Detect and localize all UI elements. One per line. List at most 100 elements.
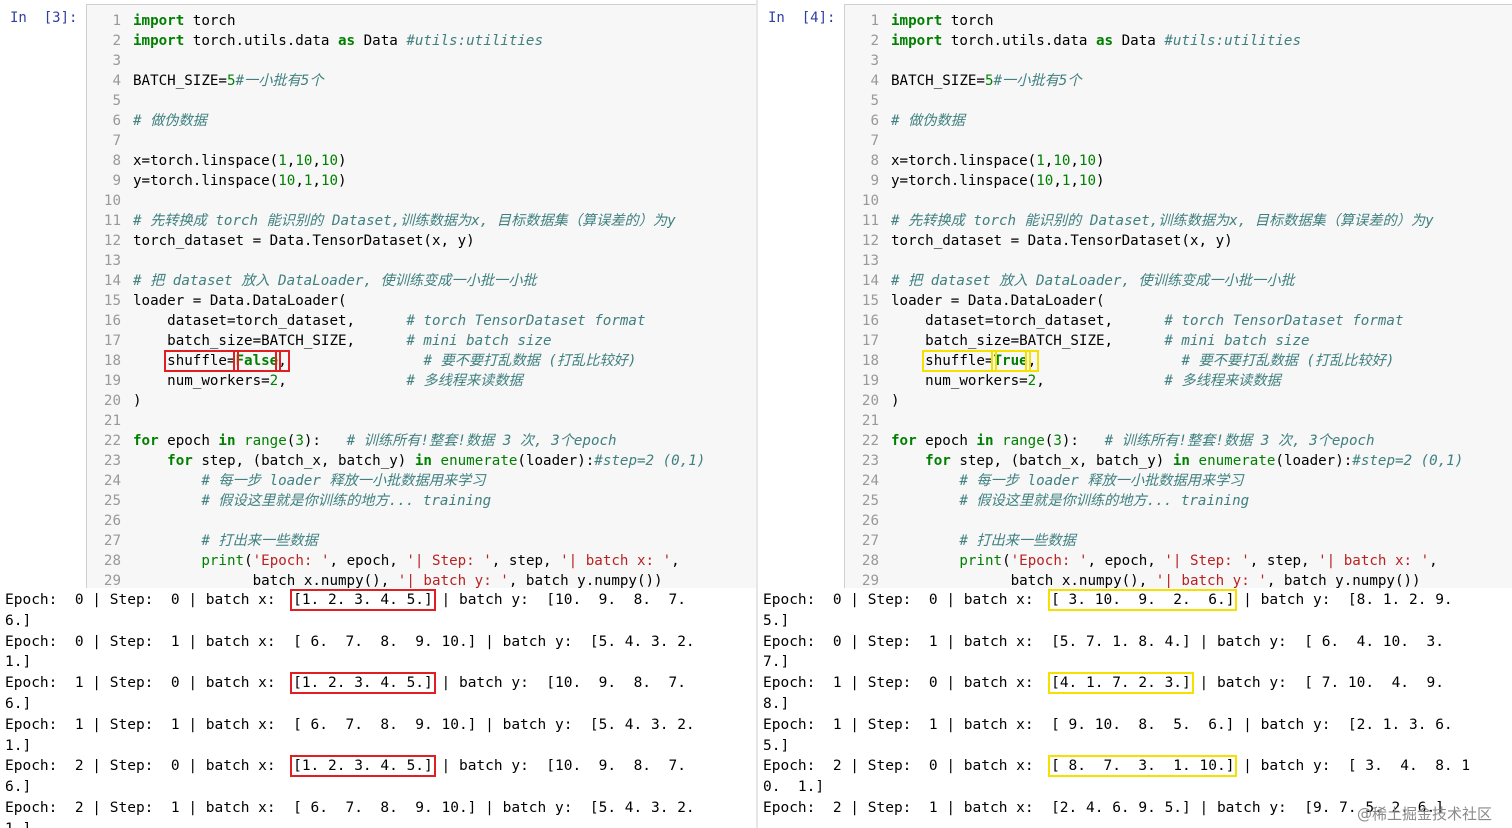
code-token: y=torch.linspace( [133, 173, 279, 189]
code-token: 10 [278, 173, 296, 189]
code-line: 13 [845, 251, 891, 271]
line-number: 18 [861, 353, 879, 369]
code-token: # 假设这里就是你训练的地方... training [959, 493, 1250, 509]
line-number: 19 [103, 373, 121, 389]
code-token: import [891, 33, 943, 49]
code-token: for [925, 453, 951, 469]
code-token: Epoch: 2 | Step: 1 | batch x: [2. 4. 6. … [763, 800, 1444, 816]
code-token: Data [355, 33, 407, 49]
line-number: 9 [870, 173, 879, 189]
code-token: 3 [295, 433, 304, 449]
code-line: 8 x=torch.linspace(1,10,10) [87, 151, 346, 171]
code-token: # torch TensorDataset format [406, 313, 646, 329]
line-number: 17 [103, 333, 121, 349]
line-number: 21 [861, 413, 879, 429]
code-token: | batch y: [10. 9. 8. 7. [432, 758, 686, 775]
line-number: 4 [112, 73, 121, 89]
line-code: # 先转换成 torch 能识别的 Dataset,训练数据为x, 目标数据集（… [891, 213, 1434, 229]
code-token: Epoch: 0 | Step: 0 | batch x: [5, 592, 294, 608]
code-token: # 多线程来读数据 [406, 373, 523, 389]
code-token: Epoch: 2 | Step: 0 | batch x: [5, 758, 294, 775]
line-code: # 假设这里就是你训练的地方... training [133, 493, 491, 509]
line-number: 23 [861, 453, 879, 469]
code-cell[interactable]: 1 import torch 2 import torch.utils.data as… [844, 4, 1512, 591]
code-token: # 每一步 loader 释放一小批数据用来学习 [201, 473, 486, 489]
line-code: loader = Data.DataLoader( [891, 293, 1105, 309]
code-token: # 要不要打乱数据 (打乱比较好) [1181, 353, 1395, 369]
line-code: import torch [891, 13, 994, 29]
code-line: 12 torch_dataset = Data.TensorDataset(x, … [87, 231, 475, 251]
code-token: # 做伪数据 [133, 113, 207, 129]
notebook-panel-left: In [3]: 1 import torch 2 import torch.utils… [0, 0, 756, 828]
line-number: 6 [112, 113, 121, 129]
line-code: for epoch in range(3): # 训练所有!整套!数据 3 次,… [133, 433, 617, 449]
code-token: # 训练所有!整套!数据 3 次, 3个epoch [346, 433, 617, 449]
line-number: 11 [103, 213, 121, 229]
line-code: batch_size=BATCH_SIZE, # mini batch size [891, 333, 1309, 349]
code-line: 11 # 先转换成 torch 能识别的 Dataset,训练数据为x, 目标数据… [87, 211, 676, 231]
line-code: # 做伪数据 [891, 113, 965, 129]
code-line: 7 [87, 131, 133, 151]
code-line: 27 # 打出来一些数据 [87, 531, 318, 551]
line-number: 2 [870, 33, 879, 49]
code-line: 11 # 先转换成 torch 能识别的 Dataset,训练数据为x, 目标数据… [845, 211, 1434, 231]
code-line: 26 [845, 511, 891, 531]
line-code: # 把 dataset 放入 DataLoader, 使训练变成一小批一小批 [891, 273, 1295, 289]
code-token: torch.utils.data [942, 33, 1096, 49]
code-token: Epoch: 1 | Step: 1 | batch x: [ 9. 10. 8… [763, 716, 1453, 733]
code-token: , step, [1249, 553, 1319, 569]
code-token: 5 [984, 73, 994, 89]
line-code: y=torch.linspace(10,1,10) [891, 173, 1105, 189]
line-number: 3 [112, 53, 121, 69]
code-line: 26 [87, 511, 133, 531]
code-token: torch_dataset = Data.TensorDataset(x, y) [133, 233, 475, 249]
line-number: 9 [112, 173, 121, 189]
code-token: torch [942, 13, 994, 29]
code-token: Epoch: 0 | Step: 1 | batch x: [5. 7. 1. … [763, 633, 1444, 650]
line-number: 6 [870, 113, 879, 129]
line-code: BATCH_SIZE=5#一小批有5个 [891, 73, 1082, 89]
code-token: in [218, 433, 236, 449]
line-number: 27 [103, 533, 121, 549]
output-line: Epoch: 1 | Step: 0 | batch x: [1. 2. 3. … [5, 672, 686, 695]
code-line: 1 import torch [845, 11, 994, 31]
code-token: ) [338, 173, 347, 189]
code-line: 2 import torch.utils.data as Data #utils:… [87, 31, 543, 51]
output-line: Epoch: 2 | Step: 1 | batch x: [2. 4. 6. … [763, 798, 1444, 818]
code-line: 20) [845, 391, 900, 411]
code-token: y=torch.linspace( [891, 173, 1037, 189]
line-code: batch_x.numpy(), '| batch y: ', batch_y.… [133, 573, 663, 589]
code-token: ( [1002, 553, 1011, 569]
code-token: Epoch: 0 | Step: 0 | batch x: [763, 592, 1052, 608]
watermark: @稀土掘金技术社区 [1356, 805, 1492, 823]
highlighted-token: shuffle= [164, 350, 239, 372]
code-token: 6.] [5, 779, 32, 796]
output-line: 6.] [5, 694, 31, 714]
output-line: Epoch: 1 | Step: 1 | batch x: [ 9. 10. 8… [763, 715, 1453, 735]
code-token: for [133, 433, 159, 449]
output-line: Epoch: 2 | Step: 0 | batch x: [1. 2. 3. … [5, 755, 686, 778]
code-token: 5 [226, 73, 236, 89]
code-token: num_workers= [133, 373, 270, 389]
code-token: , [1429, 553, 1438, 569]
code-token: ) [1096, 173, 1105, 189]
code-token: , epoch, [1087, 553, 1165, 569]
cell-output: Epoch: 0 | Step: 0 | batch x: [1. 2. 3. … [0, 588, 756, 828]
line-number: 11 [861, 213, 879, 229]
code-token: # mini batch size [406, 333, 552, 349]
code-token: '| batch y: ' [1155, 573, 1267, 589]
code-token: in [414, 453, 432, 469]
line-code: shuffle=False, # 要不要打乱数据 (打乱比较好) [133, 350, 636, 372]
code-line: 23 for step, (batch_x, batch_y) in enume… [87, 451, 705, 471]
code-token: #step=2 (0,1) [1352, 453, 1464, 469]
line-code: # 把 dataset 放入 DataLoader, 使训练变成一小批一小批 [133, 273, 537, 289]
code-token: , epoch, [329, 553, 407, 569]
output-line: 0. 1.] [763, 777, 824, 797]
code-token: 10 [1078, 173, 1097, 189]
line-code: import torch.utils.data as Data #utils:u… [133, 33, 543, 49]
code-cell[interactable]: 1 import torch 2 import torch.utils.data as… [86, 4, 756, 591]
